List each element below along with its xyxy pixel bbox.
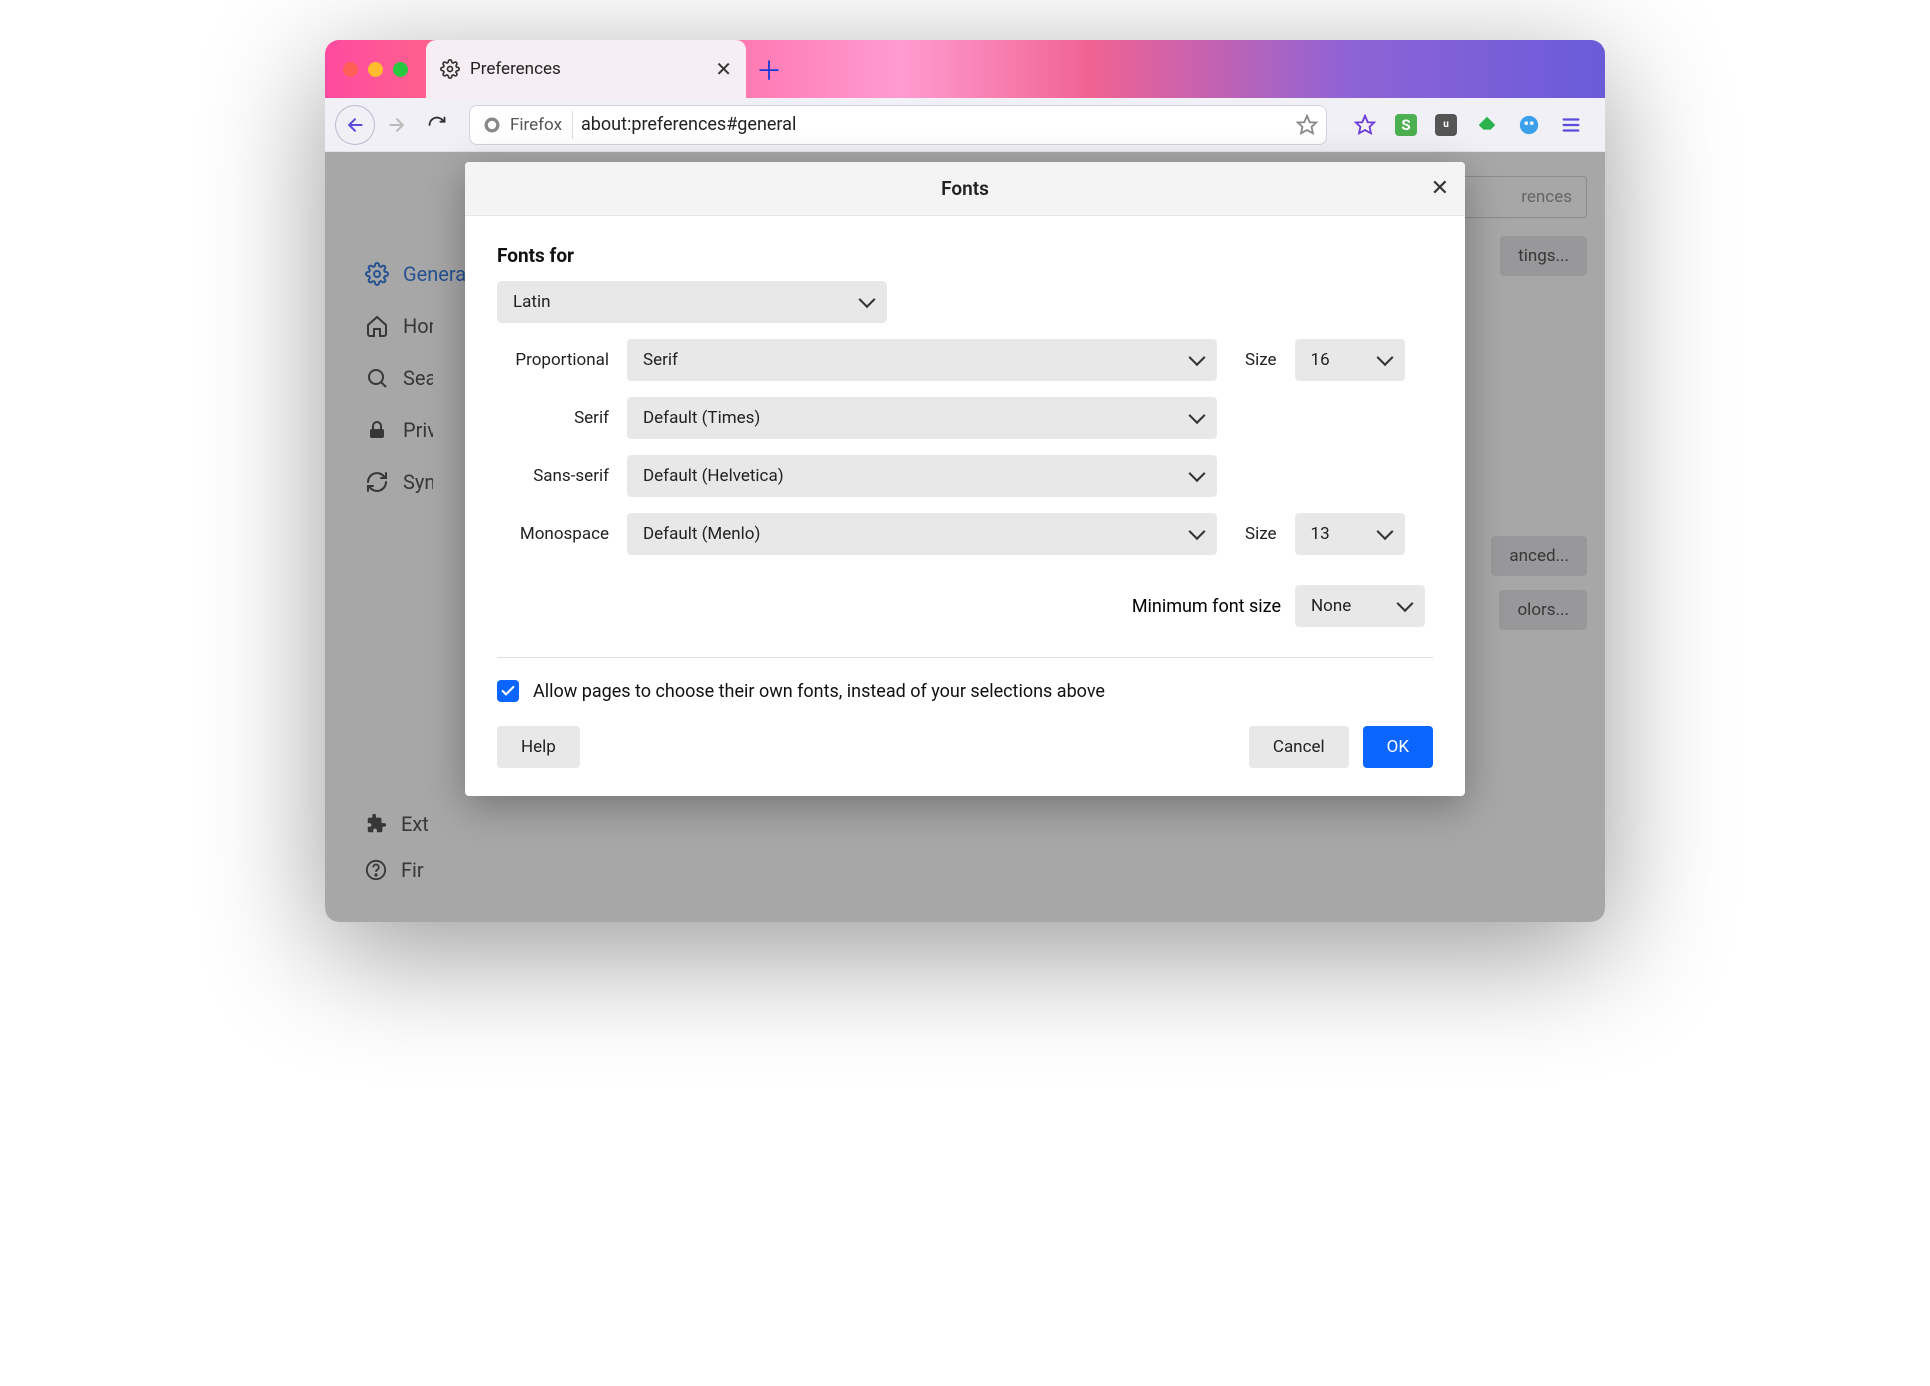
- monospace-size-select[interactable]: 13: [1295, 513, 1405, 555]
- allow-pages-label: Allow pages to choose their own fonts, i…: [533, 681, 1105, 702]
- url-bar[interactable]: Firefox about:preferences#general: [469, 105, 1327, 145]
- zoom-window-button[interactable]: [393, 62, 408, 77]
- monospace-select[interactable]: Default (Menlo): [627, 513, 1217, 555]
- sans-serif-select[interactable]: Default (Helvetica): [627, 455, 1217, 497]
- back-button[interactable]: [335, 105, 375, 145]
- window-controls: [325, 40, 426, 98]
- tab-strip: Preferences ✕ ＋: [325, 40, 1605, 98]
- identity-label: Firefox: [510, 115, 562, 135]
- script-select[interactable]: Latin: [497, 281, 887, 323]
- url-text: about:preferences#general: [581, 114, 1288, 135]
- toolbar: Firefox about:preferences#general S u: [325, 98, 1605, 152]
- gear-icon: [440, 59, 460, 79]
- proportional-select[interactable]: Serif: [627, 339, 1217, 381]
- serif-select[interactable]: Default (Times): [627, 397, 1217, 439]
- forward-button[interactable]: [379, 107, 415, 143]
- monospace-label: Monospace: [497, 524, 609, 544]
- serif-label: Serif: [497, 408, 609, 428]
- ok-button[interactable]: OK: [1363, 726, 1433, 768]
- firefox-logo-icon: [482, 115, 502, 135]
- min-font-size-select[interactable]: None: [1295, 585, 1425, 627]
- proportional-label: Proportional: [497, 350, 609, 370]
- bookmark-star-icon[interactable]: [1296, 114, 1318, 136]
- ublock-icon[interactable]: u: [1435, 114, 1457, 136]
- dialog-title: Fonts: [941, 177, 989, 200]
- browser-tab-preferences[interactable]: Preferences ✕: [426, 40, 746, 98]
- cancel-button[interactable]: Cancel: [1249, 726, 1349, 768]
- fonts-dialog: Fonts ✕ Fonts for Latin Proportional Ser…: [465, 162, 1465, 796]
- reload-button[interactable]: [419, 107, 455, 143]
- help-button[interactable]: Help: [497, 726, 580, 768]
- separator: [497, 657, 1433, 658]
- close-window-button[interactable]: [343, 62, 358, 77]
- proportional-size-label: Size: [1245, 350, 1277, 370]
- tab-close-icon[interactable]: ✕: [715, 57, 732, 81]
- fonts-for-label: Fonts for: [497, 244, 1433, 267]
- monospace-size-label: Size: [1245, 524, 1277, 544]
- highlights-icon[interactable]: [1353, 113, 1377, 137]
- allow-pages-checkbox[interactable]: [497, 680, 519, 702]
- tab-title: Preferences: [470, 59, 705, 79]
- app-menu-button[interactable]: [1559, 113, 1583, 137]
- close-icon[interactable]: ✕: [1431, 176, 1449, 201]
- new-tab-button[interactable]: ＋: [746, 40, 792, 98]
- min-font-size-label: Minimum font size: [1132, 596, 1281, 617]
- extension-s-icon[interactable]: S: [1395, 114, 1417, 136]
- minimize-window-button[interactable]: [368, 62, 383, 77]
- sans-serif-label: Sans-serif: [497, 466, 609, 486]
- extension-misc-icon[interactable]: [1517, 113, 1541, 137]
- feedly-icon[interactable]: [1475, 113, 1499, 137]
- proportional-size-select[interactable]: 16: [1295, 339, 1405, 381]
- identity-box[interactable]: Firefox: [478, 111, 573, 139]
